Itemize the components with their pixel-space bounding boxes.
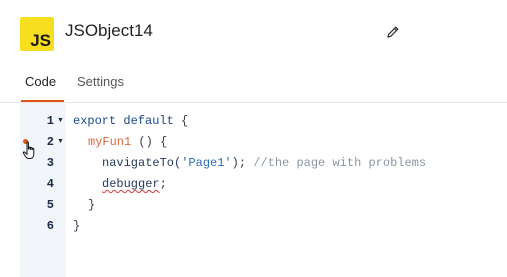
code-token: { — [173, 114, 189, 128]
js-object-editor: JS JSObject14 Code Settings 1 ▼ 2 ▼ 3 4 … — [0, 0, 507, 277]
function-name-token: myFun1 — [88, 135, 132, 149]
line-number: 6 — [46, 219, 54, 233]
line-number: 5 — [46, 198, 54, 212]
fold-arrow-icon[interactable]: ▼ — [57, 135, 64, 149]
code-line-3[interactable]: navigateTo('Page1'); //the page with pro… — [102, 156, 426, 170]
code-editor[interactable]: 1 ▼ 2 ▼ 3 4 5 6 export default { myFun1 … — [0, 103, 507, 277]
tab-bar: Code Settings — [0, 62, 507, 103]
object-name[interactable]: JSObject14 — [65, 21, 153, 41]
hand-pointer-icon — [22, 141, 38, 161]
code-line-2[interactable]: myFun1 () { — [88, 135, 167, 149]
string-token: 'Page1' — [181, 156, 232, 170]
editor-header: JS JSObject14 — [0, 0, 507, 62]
code-token: ; — [159, 177, 167, 191]
tab-settings[interactable]: Settings — [77, 74, 124, 90]
js-logo-icon: JS — [20, 17, 54, 51]
code-token: ); — [231, 156, 254, 170]
keyword-token: export default — [73, 114, 174, 128]
pencil-icon[interactable] — [385, 24, 401, 40]
code-token: } — [88, 198, 96, 212]
tab-code[interactable]: Code — [25, 74, 56, 90]
code-line-1[interactable]: export default { — [73, 114, 188, 128]
code-token: } — [73, 219, 81, 233]
call-token: navigateTo( — [102, 156, 182, 170]
debugger-token: debugger — [102, 177, 160, 191]
active-tab-indicator — [21, 100, 64, 102]
comment-token: //the page with problems — [253, 156, 427, 170]
code-line-6[interactable]: } — [73, 219, 80, 233]
code-line-5[interactable]: } — [88, 198, 95, 212]
line-number: 4 — [46, 177, 54, 191]
js-badge-text: JS — [30, 31, 51, 50]
code-token: () { — [131, 135, 168, 149]
fold-arrow-icon[interactable]: ▼ — [57, 114, 64, 128]
code-line-4[interactable]: debugger; — [102, 177, 167, 191]
line-number: 1 — [46, 114, 54, 128]
